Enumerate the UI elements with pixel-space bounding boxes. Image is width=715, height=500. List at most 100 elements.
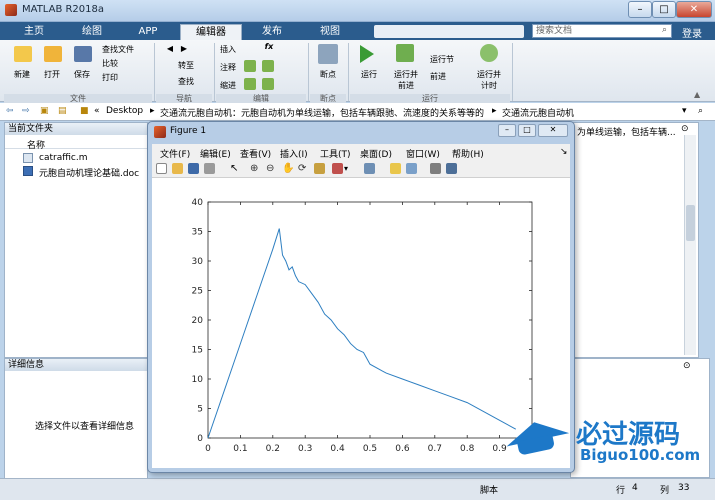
folder-icon: ■ xyxy=(80,106,89,116)
window-title: MATLAB R2018a xyxy=(22,4,105,15)
menu-tools[interactable]: 工具(T) xyxy=(320,147,351,160)
new-figure-icon[interactable] xyxy=(156,163,167,174)
indent-icon[interactable] xyxy=(244,78,256,90)
address-dropdown-icon[interactable]: ▾ xyxy=(682,106,687,116)
login-button[interactable]: 登录 xyxy=(682,25,702,40)
uncomment-icon[interactable] xyxy=(262,60,274,72)
menu-insert[interactable]: 插入(I) xyxy=(280,147,308,160)
menu-file[interactable]: 文件(F) xyxy=(160,147,190,160)
forward-arrow-icon[interactable]: ▶ xyxy=(176,44,192,53)
minimize-button[interactable]: – xyxy=(628,1,652,18)
maximize-button[interactable]: □ xyxy=(652,1,676,18)
run-advance-button[interactable]: 运行并 前进 xyxy=(388,69,424,91)
menu-window[interactable]: 窗口(W) xyxy=(406,147,440,160)
tab-view[interactable]: 视图 xyxy=(306,24,354,40)
back-nav-icon[interactable]: ⇦ xyxy=(6,106,14,116)
browse-folder-icon[interactable]: ▤ xyxy=(58,106,67,116)
close-button[interactable]: ✕ xyxy=(538,124,568,137)
column-name[interactable]: 名称 xyxy=(27,138,45,151)
y-tick-label: 25 xyxy=(192,287,203,297)
maximize-button[interactable]: □ xyxy=(518,124,536,137)
x-tick-label: 0.8 xyxy=(460,444,475,454)
new-button[interactable]: 新建 xyxy=(8,69,36,80)
brush-dropdown-icon[interactable]: ▾ xyxy=(344,163,355,174)
column-header[interactable]: 名称 xyxy=(5,137,147,151)
pan-icon[interactable]: ✋ xyxy=(282,163,294,174)
run-time-button[interactable]: 运行并 计时 xyxy=(472,69,506,91)
list-item[interactable]: catraffic.m xyxy=(9,153,149,165)
run-button[interactable]: 运行 xyxy=(354,69,384,80)
dock-icon[interactable]: ↘ xyxy=(560,147,568,157)
status-bar: 脚本 行 4 列 33 xyxy=(0,478,715,500)
advance-button[interactable]: 前进 xyxy=(430,71,474,82)
save-icon[interactable] xyxy=(188,163,199,174)
open-button[interactable]: 打开 xyxy=(38,69,66,80)
goto-button[interactable]: 转至 xyxy=(178,60,206,71)
breadcrumb-desktop[interactable]: Desktop xyxy=(106,106,143,116)
search-input[interactable]: 搜索文档 xyxy=(532,24,672,38)
tab-editor[interactable]: 编辑器 xyxy=(180,24,242,40)
comment-button[interactable]: 注释 xyxy=(220,62,240,73)
editor-tab-label[interactable]: 为单线运输，包括车辆... xyxy=(577,125,676,138)
section-file: 文件 xyxy=(4,94,152,103)
print-icon[interactable] xyxy=(204,163,215,174)
tab-publish[interactable]: 发布 xyxy=(248,24,296,40)
y-tick-label: 30 xyxy=(192,257,204,267)
find-files-button[interactable]: 查找文件 xyxy=(102,44,154,55)
breadcrumb-sep: ▸ xyxy=(492,106,497,116)
run-section-button[interactable]: 运行节 xyxy=(430,54,474,65)
search-folder-icon[interactable]: ⌕ xyxy=(698,106,703,116)
breadcrumb-current[interactable]: 交通流元胞自动机 xyxy=(502,106,574,119)
show-plot-tools-icon[interactable] xyxy=(446,163,457,174)
hide-plot-tools-icon[interactable] xyxy=(430,163,441,174)
section-navigate: 导航 xyxy=(156,94,212,103)
scrollbar-thumb[interactable] xyxy=(686,205,695,241)
legend-icon[interactable] xyxy=(406,163,417,174)
address-bar[interactable]: ⇦ ⇨ ▣ ▤ ■ « Desktop ▸ 交通流元胞自动机：元胞自动机为单线运… xyxy=(0,103,715,121)
forward-nav-icon[interactable]: ⇨ xyxy=(22,106,30,116)
close-button[interactable]: ✕ xyxy=(676,1,712,18)
save-button[interactable]: 保存 xyxy=(68,69,96,80)
rotate-icon[interactable]: ⟳ xyxy=(298,163,309,174)
brush-icon[interactable] xyxy=(332,163,343,174)
y-tick-label: 5 xyxy=(197,405,203,415)
breadcrumb-folder[interactable]: 交通流元胞自动机：元胞自动机为单线运输，包括车辆跟驰、流速度的关系等等的 xyxy=(160,106,490,119)
scrollbar[interactable] xyxy=(684,135,696,355)
panel-menu-icon[interactable]: ⊙ xyxy=(683,361,691,371)
zoom-in-icon[interactable]: ⊕ xyxy=(250,163,261,174)
insert-button[interactable]: 插入 xyxy=(220,44,240,55)
file-name: catraffic.m xyxy=(39,153,88,163)
current-folder-panel: 当前文件夹 名称 catraffic.m 元胞自动机理论基础.doc xyxy=(4,122,148,358)
run-advance-icon xyxy=(396,44,414,62)
minimize-button[interactable]: – xyxy=(498,124,516,137)
collapse-ribbon-icon[interactable]: ▲ xyxy=(694,90,700,99)
comment-icon[interactable] xyxy=(244,60,256,72)
tab-plots[interactable]: 绘图 xyxy=(68,24,116,40)
compare-button[interactable]: 比较 xyxy=(102,58,142,69)
up-folder-icon[interactable]: ▣ xyxy=(40,106,49,116)
pointer-icon[interactable]: ↖ xyxy=(230,163,241,174)
data-cursor-icon[interactable] xyxy=(314,163,325,174)
details-hint: 选择文件以查看详细信息 xyxy=(35,422,135,432)
menu-help[interactable]: 帮助(H) xyxy=(452,147,484,160)
section-breakpoints: 断点 xyxy=(310,94,346,103)
breakpoints-button[interactable]: 断点 xyxy=(312,69,344,80)
menu-edit[interactable]: 编辑(E) xyxy=(200,147,231,160)
details-panel: 详细信息 选择文件以查看详细信息 xyxy=(4,358,148,492)
open-icon[interactable] xyxy=(172,163,183,174)
panel-menu-icon[interactable]: ⊙ xyxy=(681,124,689,134)
link-plot-icon[interactable] xyxy=(364,163,375,174)
outdent-icon[interactable] xyxy=(262,78,274,90)
find-button[interactable]: 查找 xyxy=(178,76,206,87)
zoom-out-icon[interactable]: ⊖ xyxy=(266,163,277,174)
menu-view[interactable]: 查看(V) xyxy=(240,147,271,160)
indent-button[interactable]: 缩进 xyxy=(220,80,240,91)
tab-apps[interactable]: APP xyxy=(124,24,172,40)
tab-home[interactable]: 主页 xyxy=(10,24,58,40)
search-icon[interactable]: ⌕ xyxy=(662,25,672,35)
menu-desktop[interactable]: 桌面(D) xyxy=(360,147,392,160)
print-button[interactable]: 打印 xyxy=(102,72,142,83)
colorbar-icon[interactable] xyxy=(390,163,401,174)
fx-button[interactable]: fx xyxy=(262,42,276,51)
list-item[interactable]: 元胞自动机理论基础.doc xyxy=(9,166,149,179)
